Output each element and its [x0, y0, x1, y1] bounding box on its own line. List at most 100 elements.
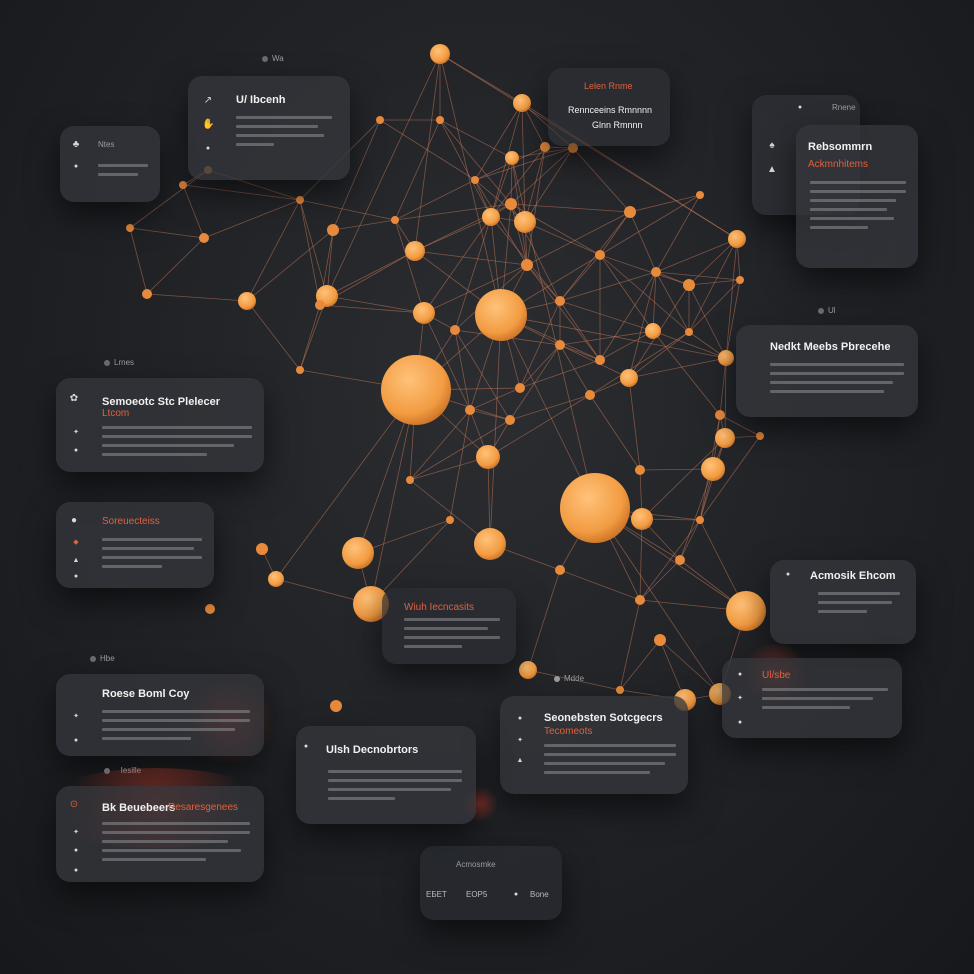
card-line-1: Lelen Rnme [584, 81, 633, 91]
network-node [513, 94, 531, 112]
text-lines [102, 538, 202, 574]
text-lines [102, 426, 252, 462]
network-link [469, 387, 521, 411]
network-link [619, 599, 641, 691]
card-top-left[interactable]: ↗ ✋ ● U/ Ibcenh [188, 76, 350, 180]
network-node [342, 537, 374, 569]
network-node [555, 340, 565, 350]
network-link [519, 359, 601, 389]
network-node [683, 279, 695, 291]
network-node [555, 296, 565, 306]
network-node [560, 473, 630, 543]
network-link [182, 184, 205, 239]
network-link [439, 119, 513, 159]
footer-item-3[interactable]: Bone [530, 890, 549, 899]
card-bottom-mid[interactable]: ● Ulsh Decnobrtors [296, 726, 476, 824]
network-node [381, 355, 451, 425]
card-left-lower[interactable]: ✦ ● Roese Boml Coy [56, 674, 264, 756]
network-link [394, 219, 425, 314]
text-lines [810, 181, 906, 235]
card-top-right[interactable]: Rebsommrn Ackmnhitems [796, 125, 918, 268]
network-link [639, 518, 643, 601]
network-node [482, 208, 500, 226]
network-link [526, 211, 631, 266]
network-link [474, 102, 523, 181]
card-subtitle: Resaresgenees [168, 802, 239, 813]
network-link [599, 254, 690, 286]
network-link [572, 147, 631, 213]
network-link [619, 639, 661, 691]
card-bottom-center[interactable]: ● ✦ ▲ Seonebsten Sotcgecrs Tecomeots [500, 696, 688, 794]
network-node [736, 276, 744, 284]
card-right-lower[interactable]: ● Acmosik Ehcom [770, 560, 916, 644]
network-node [595, 250, 605, 260]
network-link [599, 211, 631, 256]
card-title: Nedkt Meebs Pbrecehe [770, 341, 891, 353]
card-left-red[interactable]: ● ◆ ▲ ● Soreuecteiss [56, 502, 214, 588]
arrow-icon: ✦ [73, 713, 79, 720]
text-lines [98, 164, 148, 182]
tag-left-lower: Hbe [90, 654, 115, 663]
network-node [696, 191, 704, 199]
network-node [675, 555, 685, 565]
network-link [439, 53, 502, 316]
network-node [268, 571, 284, 587]
card-top-center[interactable]: Lelen Rnme Rennceeins Rmnnnn Glnn Rmnnn [548, 68, 670, 146]
footer-item-2[interactable]: ЕОР5 [466, 890, 487, 899]
card-right-bottom[interactable]: ● ✦ ● Ul/sbe [722, 658, 902, 738]
text-lines [328, 770, 462, 806]
arrow-icon: ✦ [73, 429, 79, 436]
network-link [724, 357, 727, 439]
network-node [701, 457, 725, 481]
network-link [299, 199, 396, 221]
network-link [500, 314, 727, 359]
card-title: Bk Beuebeers [102, 802, 176, 814]
card-left-mid[interactable]: ✿ ✦ ● Semoeotc Stc Plelecer Ltcom [56, 378, 264, 472]
card-center-small[interactable]: Wiuh Iecncasits [382, 588, 516, 664]
network-node [465, 405, 475, 415]
network-link [599, 254, 654, 332]
network-node [696, 516, 704, 524]
network-node [631, 508, 653, 530]
network-link [319, 304, 425, 314]
network-link [599, 271, 657, 361]
network-node [405, 241, 425, 261]
network-link [203, 199, 301, 239]
network-link [146, 237, 205, 295]
card-tag: Ntes [98, 140, 115, 149]
card-footer[interactable]: Acmosmke ЕБЕТ ЕОР5 ● Bone [420, 846, 562, 920]
dot-icon: ● [73, 847, 79, 854]
drop-icon: ▲ [767, 164, 777, 175]
network-node [436, 116, 444, 124]
card-bottom-left[interactable]: ⊙ ✦ ● ● Bk Beuebeers Resaresgenees [56, 786, 264, 882]
network-node [726, 591, 766, 631]
card-subtitle: Tecomeots [544, 726, 593, 737]
card-mid-right[interactable]: Nedkt Meebs Pbrecehe [736, 325, 918, 417]
network-link [526, 264, 561, 302]
network-node [199, 233, 209, 243]
dot-icon: ● [73, 867, 79, 874]
network-link [469, 409, 511, 421]
network-link [409, 456, 489, 481]
card-title: Ul/sbe [762, 670, 791, 681]
drop-icon: ▲ [72, 557, 80, 564]
drop-icon: ▲ [516, 757, 524, 764]
network-node [126, 224, 134, 232]
network-link [489, 314, 502, 545]
network-link [394, 179, 476, 221]
network-node [256, 543, 268, 555]
network-node [450, 325, 460, 335]
card-line-3: Glnn Rmnnn [592, 120, 643, 130]
network-node [685, 328, 693, 336]
network-link [326, 295, 425, 314]
footer-item-1[interactable]: ЕБЕТ [426, 890, 447, 899]
network-node [540, 142, 550, 152]
card-title: Ulsh Decnobrtors [326, 744, 419, 756]
network-link [559, 569, 641, 601]
link-icon: ● [513, 891, 519, 898]
card-left-small[interactable]: ♣ ● Ntes [60, 126, 160, 202]
network-node [296, 366, 304, 374]
network-node [446, 516, 454, 524]
network-node [430, 44, 450, 64]
footer-tag: Acmosmke [456, 860, 496, 869]
